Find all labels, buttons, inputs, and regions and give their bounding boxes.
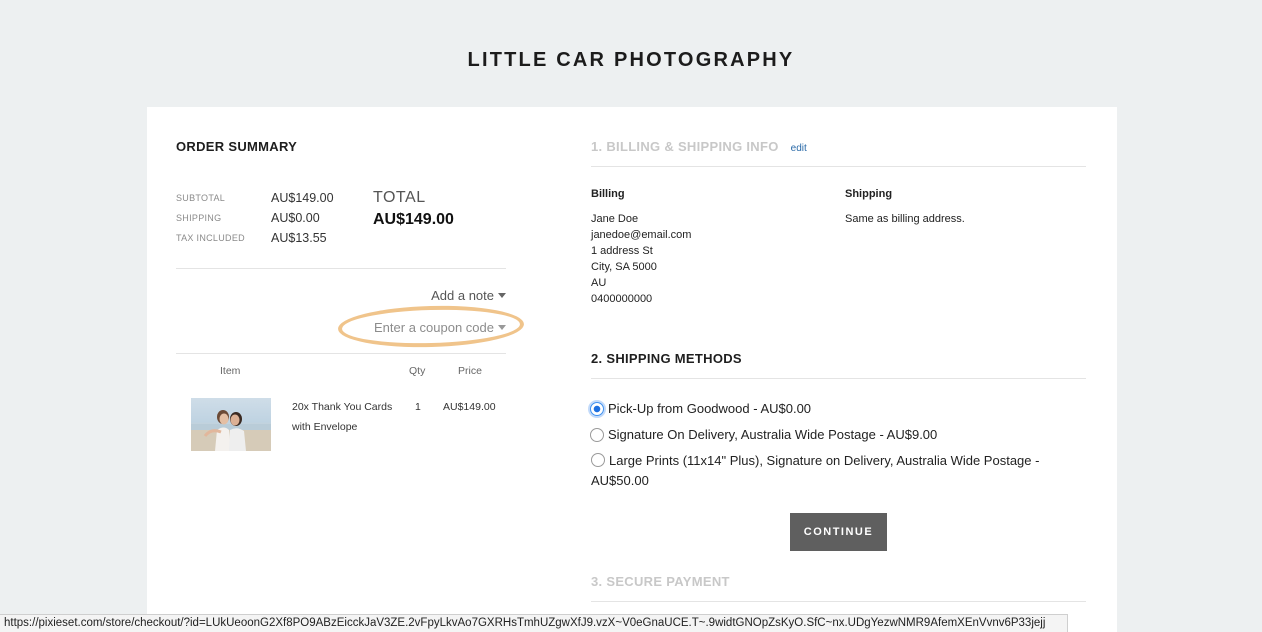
coupon-code-toggle[interactable]: Enter a coupon code: [374, 320, 506, 335]
subtotal-label: SUBTOTAL: [176, 193, 226, 203]
items-header-item: Item: [220, 365, 241, 377]
payment-section-title: 3. SECURE PAYMENT: [591, 574, 730, 589]
shipping-address-text: Same as billing address.: [845, 213, 965, 225]
summary-divider: [176, 268, 506, 269]
billing-section-title: 1. BILLING & SHIPPING INFO edit: [591, 139, 807, 154]
item-qty: 1: [415, 401, 421, 413]
tax-value: AU$13.55: [271, 231, 327, 245]
item-thumbnail: [191, 398, 271, 451]
order-summary-title: ORDER SUMMARY: [176, 139, 298, 154]
payment-divider: [591, 601, 1086, 602]
shipping-methods-divider: [591, 378, 1086, 379]
billing-section-title-text: 1. BILLING & SHIPPING INFO: [591, 139, 779, 154]
shipping-option-large-prints[interactable]: Large Prints (11x14" Plus), Signature on…: [590, 451, 1060, 491]
tax-label: TAX INCLUDED: [176, 233, 245, 243]
billing-heading: Billing: [591, 188, 625, 200]
add-note-toggle[interactable]: Add a note: [431, 288, 506, 303]
billing-name: Jane Doe: [591, 213, 639, 225]
billing-country: AU: [591, 277, 607, 289]
shipping-label: SHIPPING: [176, 213, 222, 223]
site-title: LITTLE CAR PHOTOGRAPHY: [467, 49, 795, 71]
shipping-methods-title: 2. SHIPPING METHODS: [591, 351, 742, 366]
shipping-option-signature[interactable]: Signature On Delivery, Australia Wide Po…: [590, 425, 937, 445]
billing-city: City, SA 5000: [591, 261, 657, 273]
billing-divider: [591, 166, 1086, 167]
items-divider: [176, 353, 506, 354]
shipping-heading: Shipping: [845, 188, 893, 200]
couple-photo-icon: [191, 410, 271, 451]
total-value: AU$149.00: [373, 211, 454, 228]
shipping-option-label: Signature On Delivery, Australia Wide Po…: [608, 427, 938, 442]
item-price: AU$149.00: [443, 401, 496, 413]
shipping-option-pickup[interactable]: Pick-Up from Goodwood - AU$0.00: [590, 399, 811, 419]
shipping-value: AU$0.00: [271, 211, 320, 225]
billing-street: 1 address St: [591, 245, 653, 257]
items-header-price: Price: [458, 365, 482, 377]
continue-button[interactable]: CONTINUE: [790, 513, 887, 551]
billing-email: janedoe@email.com: [591, 229, 692, 241]
checkout-card: ORDER SUMMARY SUBTOTAL AU$149.00 SHIPPIN…: [147, 107, 1117, 632]
radio-unchecked-icon[interactable]: [591, 453, 605, 467]
total-label: TOTAL: [373, 189, 426, 206]
add-note-label: Add a note: [431, 288, 494, 303]
browser-status-bar: https://pixieset.com/store/checkout/?id=…: [0, 614, 1068, 632]
subtotal-value: AU$149.00: [271, 191, 334, 205]
radio-unchecked-icon[interactable]: [590, 428, 604, 442]
caret-down-icon: [498, 293, 506, 298]
radio-checked-icon[interactable]: [590, 402, 604, 416]
coupon-code-label: Enter a coupon code: [374, 320, 494, 335]
item-name: 20x Thank You Cards with Envelope: [292, 401, 393, 433]
caret-down-icon: [498, 325, 506, 330]
billing-phone: 0400000000: [591, 293, 653, 305]
shipping-option-label: Large Prints (11x14" Plus), Signature on…: [591, 453, 1040, 488]
items-header-qty: Qty: [409, 365, 426, 377]
shipping-option-label: Pick-Up from Goodwood - AU$0.00: [608, 401, 812, 416]
edit-link[interactable]: edit: [791, 143, 807, 154]
